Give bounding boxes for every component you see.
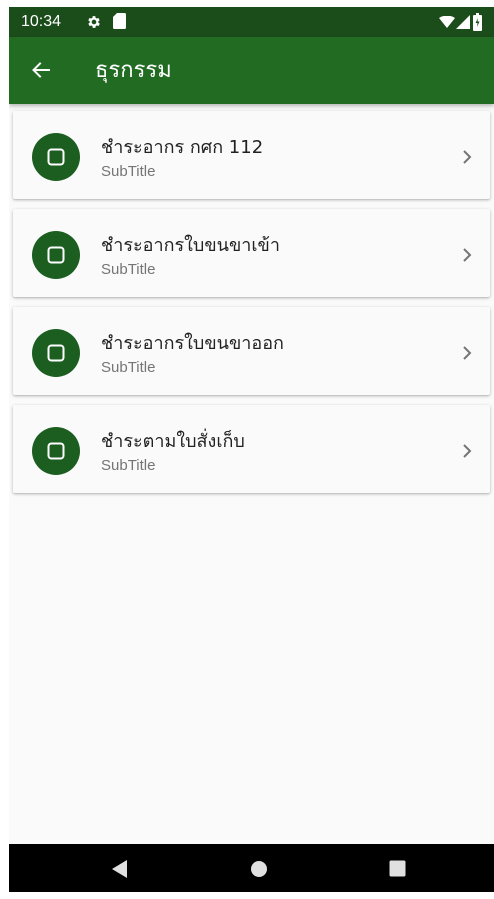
list-item-title: ชำระอากร กศก 112 — [101, 137, 264, 158]
square-icon — [47, 148, 65, 166]
list-item-customs-duty-112[interactable]: ชำระอากร กศก 112 SubTitle — [13, 111, 490, 199]
phone-screen: 10:34 ธุรกรรม ชำระอากร กศก 112 SubTitle … — [9, 7, 494, 892]
list-item-title: ชำระตามใบสั่งเก็บ — [101, 431, 245, 452]
battery-icon — [473, 13, 482, 31]
list-item-title: ชำระอากรใบขนขาออก — [101, 333, 284, 354]
chevron-right-icon — [463, 248, 472, 262]
list-item-export-duty[interactable]: ชำระอากรใบขนขาออก SubTitle — [13, 307, 490, 395]
list-item-collection-order[interactable]: ชำระตามใบสั่งเก็บ SubTitle — [13, 405, 490, 493]
avatar — [32, 231, 80, 279]
chevron-right-icon — [463, 150, 472, 164]
page-title: ธุรกรรม — [95, 58, 172, 83]
square-icon — [47, 344, 65, 362]
list-item-subtitle: SubTitle — [101, 359, 156, 376]
square-icon — [47, 246, 65, 264]
arrow-left-icon[interactable] — [29, 58, 53, 82]
status-time: 10:34 — [21, 13, 62, 30]
sd-card-icon — [113, 13, 126, 29]
square-icon — [47, 442, 65, 460]
status-bar: 10:34 — [9, 7, 494, 37]
list-item-title: ชำระอากรใบขนขาเข้า — [101, 235, 280, 256]
avatar — [32, 133, 80, 181]
transaction-list: ชำระอากร กศก 112 SubTitle ชำระอากรใบขนขา… — [13, 111, 490, 503]
wifi-icon — [439, 16, 455, 28]
list-item-import-duty[interactable]: ชำระอากรใบขนขาเข้า SubTitle — [13, 209, 490, 297]
chevron-right-icon — [463, 444, 472, 458]
gear-icon — [88, 16, 100, 28]
signal-icon — [456, 15, 470, 29]
list-item-subtitle: SubTitle — [101, 457, 156, 474]
back-triangle-icon[interactable] — [110, 859, 128, 879]
chevron-right-icon — [463, 346, 472, 360]
avatar — [32, 329, 80, 377]
avatar — [32, 427, 80, 475]
home-circle-icon[interactable] — [250, 860, 268, 878]
recents-square-icon[interactable] — [389, 860, 406, 877]
list-item-subtitle: SubTitle — [101, 261, 156, 278]
app-bar: ธุรกรรม — [9, 37, 494, 104]
system-nav-bar — [9, 844, 494, 892]
list-item-subtitle: SubTitle — [101, 163, 156, 180]
